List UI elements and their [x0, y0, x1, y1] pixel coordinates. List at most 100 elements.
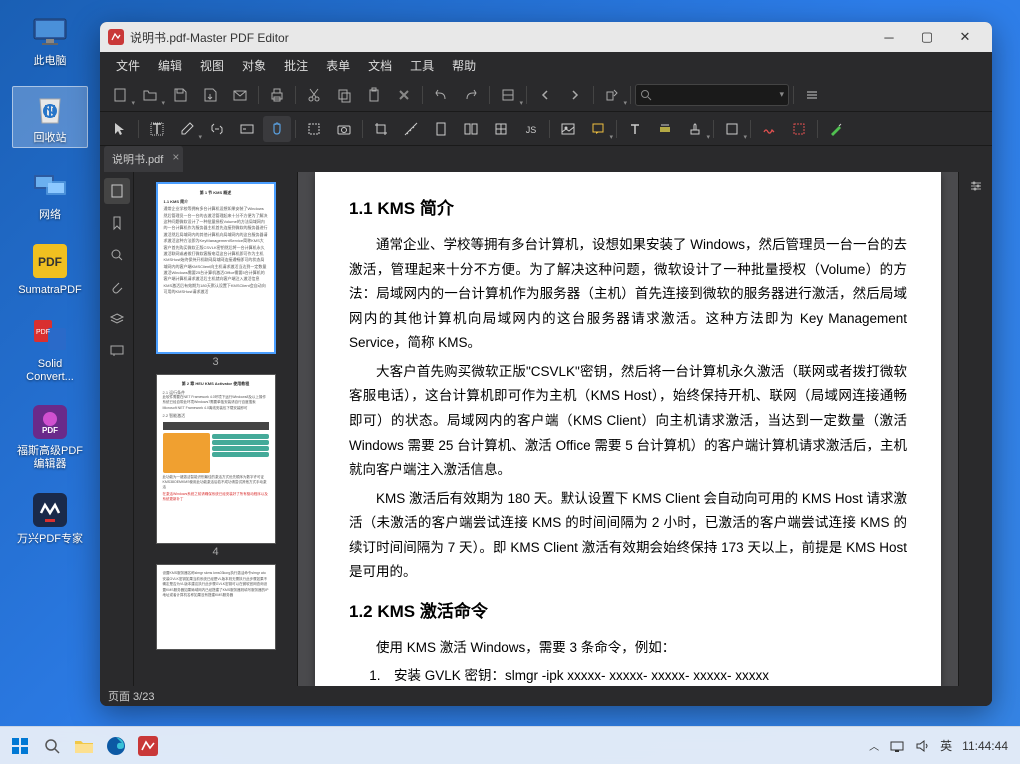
- label: 万兴PDF专家: [17, 533, 83, 546]
- menu-view[interactable]: 视图: [192, 54, 232, 77]
- initials-tool[interactable]: [785, 116, 813, 142]
- form-tool[interactable]: [233, 116, 261, 142]
- undo-button[interactable]: [427, 82, 455, 108]
- menu-help[interactable]: 帮助: [444, 54, 484, 77]
- open-button[interactable]: ▾: [136, 82, 164, 108]
- desktop-icon-foxit[interactable]: PDF 福斯高级PDF编辑器: [12, 402, 88, 471]
- this-pc-icon: [30, 12, 70, 52]
- label: 回收站: [34, 132, 67, 145]
- close-button[interactable]: ✕: [946, 22, 984, 52]
- next-page-button[interactable]: [561, 82, 589, 108]
- thumbnail-page-3[interactable]: 第 1 节 KMS 概述 1.1 KMS 简介 通常企业学校等拥有多台计算机设想…: [156, 182, 276, 354]
- minimize-button[interactable]: ─: [870, 22, 908, 52]
- layers-panel-button[interactable]: [104, 306, 130, 332]
- maximize-button[interactable]: ▢: [908, 22, 946, 52]
- delete-button[interactable]: [390, 82, 418, 108]
- titlebar[interactable]: 说明书.pdf-Master PDF Editor ─ ▢ ✕: [100, 22, 992, 52]
- crop-tool[interactable]: [367, 116, 395, 142]
- new-button[interactable]: ▾: [106, 82, 134, 108]
- menu-tools[interactable]: 工具: [402, 54, 442, 77]
- status-bar: 页面 3/23: [100, 686, 992, 706]
- desktop-icon-this-pc[interactable]: 此电脑: [12, 12, 88, 68]
- thumb-label: 3: [138, 356, 293, 368]
- merge-tool[interactable]: [487, 116, 515, 142]
- pointer-tool[interactable]: [106, 116, 134, 142]
- thumb-label: 4: [138, 546, 293, 558]
- search-panel-button[interactable]: [104, 242, 130, 268]
- workspace: 第 1 节 KMS 概述 1.1 KMS 简介 通常企业学校等拥有多台计算机设想…: [100, 172, 992, 686]
- prev-page-button[interactable]: [531, 82, 559, 108]
- copy-button[interactable]: [330, 82, 358, 108]
- tab-close-icon[interactable]: ×: [172, 150, 179, 164]
- text-select-tool[interactable]: [143, 116, 171, 142]
- edit-tool[interactable]: ▾: [173, 116, 201, 142]
- rotate-button[interactable]: ▾: [598, 82, 626, 108]
- start-button[interactable]: [6, 732, 34, 760]
- recycle-bin-icon: [30, 89, 70, 129]
- email-button[interactable]: [226, 82, 254, 108]
- snapshot-tool[interactable]: [330, 116, 358, 142]
- cut-button[interactable]: [300, 82, 328, 108]
- volume-tray-icon[interactable]: [915, 739, 930, 753]
- menu-file[interactable]: 文件: [108, 54, 148, 77]
- stamp-tool[interactable]: ▾: [681, 116, 709, 142]
- note-tool[interactable]: ▾: [584, 116, 612, 142]
- explorer-taskbar-button[interactable]: [70, 732, 98, 760]
- app-window: 说明书.pdf-Master PDF Editor ─ ▢ ✕ 文件 编辑 视图…: [100, 22, 992, 706]
- desktop-icon-network[interactable]: 网络: [12, 166, 88, 222]
- thumbnails-panel[interactable]: 第 1 节 KMS 概述 1.1 KMS 简介 通常企业学校等拥有多台计算机设想…: [134, 172, 298, 686]
- desktop-icon-solid[interactable]: PDF Solid Convert...: [12, 315, 88, 384]
- search-taskbar-button[interactable]: [38, 732, 66, 760]
- menu-object[interactable]: 对象: [234, 54, 274, 77]
- tray-chevron-icon[interactable]: ︿: [869, 738, 879, 753]
- highlight-tool[interactable]: [651, 116, 679, 142]
- hand-tool[interactable]: [263, 116, 291, 142]
- properties-panel-button[interactable]: [968, 178, 984, 194]
- search-box[interactable]: ▾: [635, 84, 789, 106]
- split-tool[interactable]: [457, 116, 485, 142]
- menu-overflow-button[interactable]: [798, 82, 826, 108]
- clock[interactable]: 11:44:44: [962, 739, 1008, 753]
- menu-form[interactable]: 表单: [318, 54, 358, 77]
- comments-panel-button[interactable]: [104, 338, 130, 364]
- thumbnail-page-5[interactable]: 设置KMS服务器名称slmgr skms kms03korg执行激活命令slmg…: [156, 564, 276, 650]
- print-button[interactable]: [263, 82, 291, 108]
- js-tool[interactable]: JS: [517, 116, 545, 142]
- shape-tool[interactable]: ▾: [718, 116, 746, 142]
- edge-taskbar-button[interactable]: [102, 732, 130, 760]
- masterpdf-taskbar-button[interactable]: [134, 732, 162, 760]
- menu-annotate[interactable]: 批注: [276, 54, 316, 77]
- sign-tool[interactable]: [755, 116, 783, 142]
- saveas-button[interactable]: [196, 82, 224, 108]
- ime-indicator[interactable]: 英: [940, 737, 952, 754]
- attachments-panel-button[interactable]: [104, 274, 130, 300]
- paste-button[interactable]: [360, 82, 388, 108]
- desktop-icon-wondershare[interactable]: 万兴PDF专家: [12, 490, 88, 546]
- network-tray-icon[interactable]: [889, 739, 905, 753]
- save-button[interactable]: [166, 82, 194, 108]
- thumbnail-page-4[interactable]: 第 2 章 HEU KMS Activator 使用教程 2.1 运行条件 此软…: [156, 374, 276, 544]
- select-area-tool[interactable]: [300, 116, 328, 142]
- label: 福斯高级PDF编辑器: [14, 445, 86, 471]
- redo-button[interactable]: [457, 82, 485, 108]
- heading-1-2: 1.2 KMS 激活命令: [349, 597, 907, 622]
- search-icon: [640, 89, 652, 101]
- text-tool[interactable]: [621, 116, 649, 142]
- search-input[interactable]: [652, 89, 779, 101]
- document-tab[interactable]: 说明书.pdf ×: [104, 146, 183, 172]
- solid-icon: PDF: [30, 315, 70, 355]
- desktop-icon-sumatra[interactable]: PDF SumatraPDF: [12, 241, 88, 297]
- thumbnails-panel-button[interactable]: [104, 178, 130, 204]
- menu-document[interactable]: 文档: [360, 54, 400, 77]
- page-tool[interactable]: [427, 116, 455, 142]
- link-tool[interactable]: [203, 116, 231, 142]
- bookmarks-panel-button[interactable]: [104, 210, 130, 236]
- desktop-icon-recycle-bin[interactable]: 回收站: [12, 86, 88, 148]
- pen-tool[interactable]: [822, 116, 850, 142]
- fit-button[interactable]: ▾: [494, 82, 522, 108]
- label: SumatraPDF: [18, 284, 82, 297]
- image-tool[interactable]: [554, 116, 582, 142]
- page-view[interactable]: 1.1 KMS 简介 通常企业、学校等拥有多台计算机，设想如果安装了 Windo…: [298, 172, 958, 686]
- menu-edit[interactable]: 编辑: [150, 54, 190, 77]
- measure-tool[interactable]: [397, 116, 425, 142]
